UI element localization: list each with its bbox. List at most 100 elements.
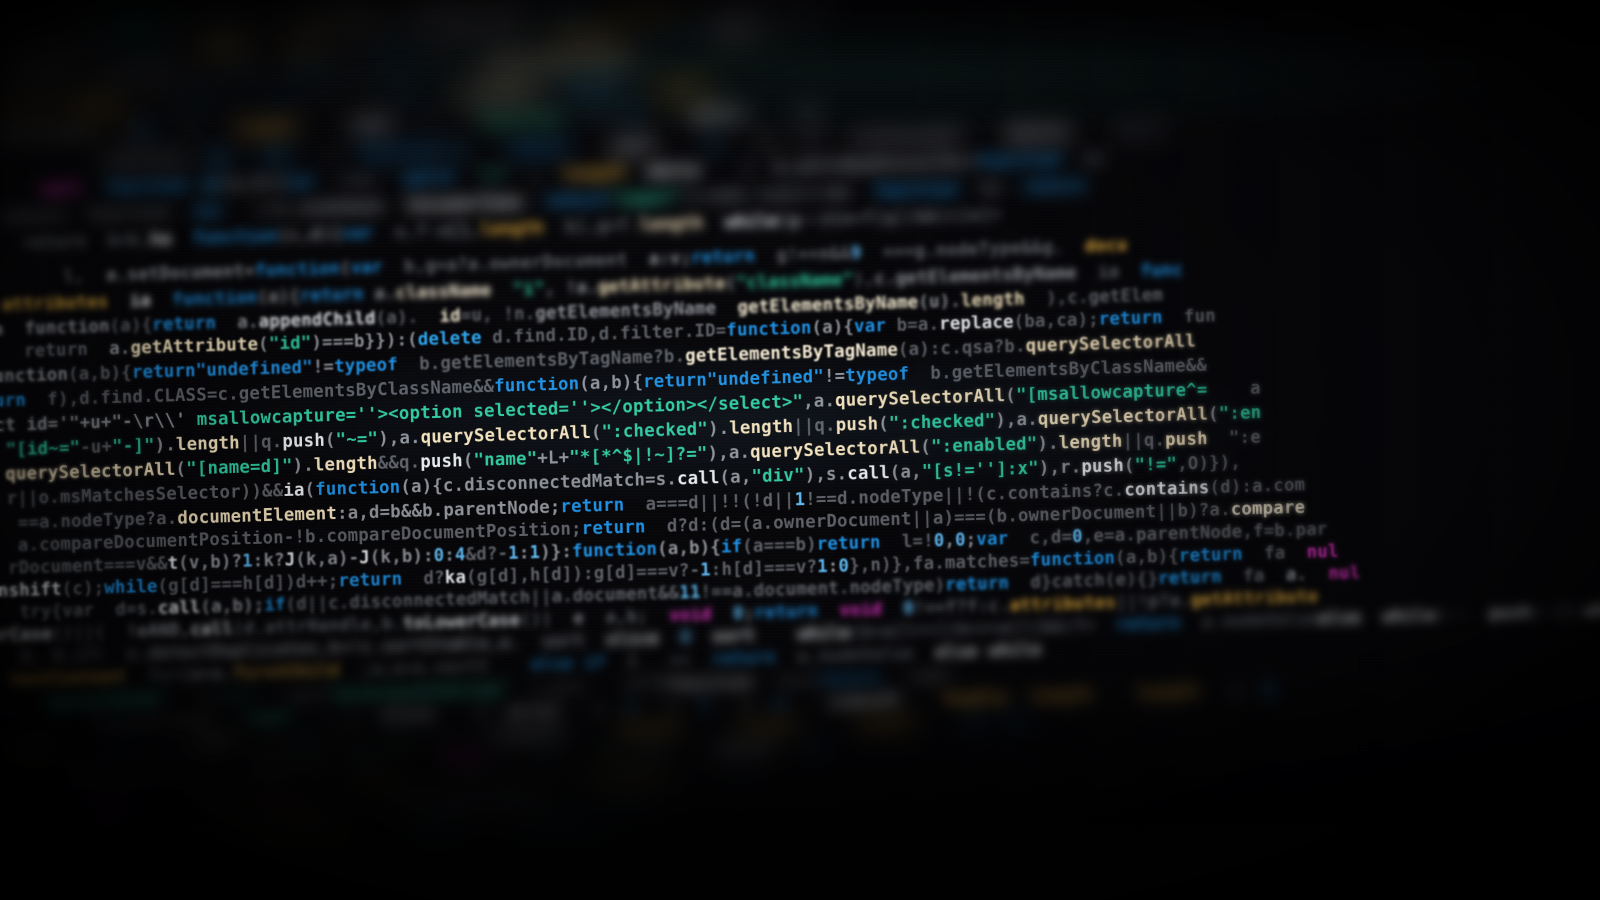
code-token: return bbox=[484, 137, 571, 161]
code-token: ia bbox=[1076, 262, 1120, 284]
code-token: length bbox=[313, 453, 378, 476]
code-token: else bbox=[1318, 607, 1362, 630]
code-token: },n)},fa.matches= bbox=[848, 550, 1031, 577]
code-token: fromCharCode bbox=[675, 0, 825, 17]
code-token: e bbox=[551, 608, 585, 630]
code-token: (v,b)? bbox=[178, 551, 243, 574]
code-token: d? bbox=[402, 567, 446, 590]
code-token: function bbox=[400, 25, 508, 49]
code-token: i bbox=[721, 158, 754, 180]
code-token: indexOf bbox=[469, 723, 566, 747]
code-token: only bbox=[396, 820, 461, 843]
code-token: return bbox=[22, 231, 87, 254]
code-token: &d?- bbox=[465, 543, 509, 566]
code-token: return bbox=[581, 516, 646, 540]
code-token: n bbox=[1011, 709, 1023, 731]
code-token: ( bbox=[725, 273, 737, 295]
code-token: test bbox=[329, 114, 394, 137]
code-token: ), bbox=[852, 269, 875, 291]
code-token: a bbox=[560, 699, 604, 722]
code-token: .dir bbox=[36, 12, 102, 35]
code-token: (a,b){ bbox=[67, 362, 133, 386]
code-token: return bbox=[562, 80, 627, 104]
code-token: ( bbox=[339, 258, 351, 280]
code-token: t bbox=[167, 553, 179, 574]
code-token: length bbox=[830, 712, 917, 736]
code-token: 4 bbox=[454, 544, 466, 566]
code-token: var bbox=[976, 528, 1009, 550]
code-token: length bbox=[8, 64, 73, 87]
code-token: (a){ bbox=[257, 286, 301, 309]
code-token: ===&&b.type=== bbox=[681, 182, 832, 208]
code-token: e bbox=[1199, 680, 1243, 703]
code-screen-photo: .dirribble return b String fromCharCode … bbox=[0, 0, 1600, 900]
code-token: b.getElementsByTagName?b. bbox=[397, 346, 686, 376]
code-token: n bbox=[773, 694, 785, 716]
code-token: nul bbox=[1306, 563, 1361, 586]
code-token: lengths bbox=[0, 37, 93, 61]
code-token: return bbox=[817, 669, 882, 692]
code-token: function bbox=[976, 149, 1063, 173]
code-token: b=b, bbox=[107, 229, 151, 252]
code-token: n bbox=[734, 762, 746, 784]
code-token: nth bbox=[31, 782, 86, 805]
code-token: (u). bbox=[918, 291, 962, 313]
code-token: indexOf bbox=[805, 690, 902, 715]
code-token: a. bbox=[87, 338, 131, 360]
code-token: ret bbox=[772, 129, 826, 152]
code-token: ec bbox=[568, 0, 591, 20]
code-token: c bbox=[624, 698, 636, 720]
code-token: t bbox=[148, 120, 192, 142]
code-token: i bbox=[94, 121, 138, 144]
code-token: querySelectorAll bbox=[834, 385, 1006, 412]
code-token: ),pra bbox=[508, 677, 584, 701]
code-token: return bbox=[152, 313, 217, 336]
code-token: while bbox=[724, 210, 779, 233]
code-token: while bbox=[104, 576, 158, 599]
code-token: return bbox=[543, 189, 608, 212]
code-token: pseudos bbox=[202, 776, 299, 800]
code-token: lang bbox=[329, 773, 395, 796]
code-token: (k,a)- bbox=[295, 547, 360, 571]
code-token: (a,b){ bbox=[656, 537, 722, 560]
code-token: e bbox=[947, 711, 981, 733]
code-token: c bbox=[624, 20, 657, 43]
code-token: (a=a. bbox=[179, 663, 234, 686]
code-token: function bbox=[104, 175, 190, 199]
code-token: e=f[g])&&(c[e]= bbox=[841, 204, 1002, 230]
code-token: 9 bbox=[189, 93, 201, 115]
code-token: a.nodeValue bbox=[1180, 609, 1319, 634]
code-token: nul bbox=[1306, 541, 1339, 563]
code-token: +L+ bbox=[537, 447, 570, 470]
code-token: (b=a[l++])b===a[l]&&(f= bbox=[850, 615, 1096, 644]
code-token: function bbox=[456, 109, 564, 133]
code-token: 0 bbox=[680, 627, 692, 649]
code-token: function bbox=[668, 672, 754, 696]
code-token: var bbox=[261, 145, 294, 168]
code-token: shift bbox=[1091, 119, 1167, 143]
code-token: , bbox=[944, 530, 956, 551]
code-token: l=! bbox=[880, 530, 935, 553]
code-token: querySelectorAll bbox=[420, 422, 592, 449]
code-token: function bbox=[80, 148, 188, 173]
code-token: ()||( bbox=[51, 622, 106, 645]
code-token: 0, 0,if( bbox=[0, 645, 106, 670]
code-token: r||o.msMatchesSelector))&& bbox=[0, 480, 284, 510]
code-token: f bbox=[117, 736, 129, 758]
code-token: return bbox=[164, 8, 251, 32]
code-token: e bbox=[686, 133, 720, 155]
code-token: ga bbox=[765, 101, 819, 124]
code-token: String bbox=[292, 4, 378, 28]
